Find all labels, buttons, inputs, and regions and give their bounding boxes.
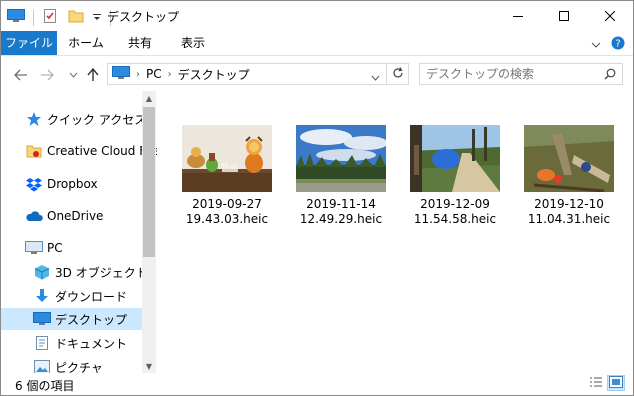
- scroll-down-arrow-icon[interactable]: ▼: [142, 359, 156, 373]
- download-icon: [33, 287, 51, 305]
- pictures-icon: [33, 358, 51, 373]
- nav-item-3d-objects[interactable]: 3D オブジェクト: [33, 261, 148, 283]
- breadcrumb-pc[interactable]: PC: [146, 67, 162, 81]
- breadcrumb-desktop[interactable]: デスクトップ: [178, 66, 250, 83]
- nav-item-downloads[interactable]: ダウンロード: [33, 285, 142, 307]
- refresh-button[interactable]: [387, 63, 409, 85]
- nav-item-dropbox[interactable]: Dropbox: [25, 173, 142, 195]
- navigation-pane: クイック アクセス Creative Cloud Files Dropbox O…: [1, 91, 157, 373]
- nav-label: PC: [47, 241, 63, 255]
- nav-item-onedrive[interactable]: OneDrive: [25, 205, 142, 227]
- file-list: 2019-09-27 19.43.03.heic 2019-11-14 12.4…: [161, 91, 633, 373]
- nav-item-documents[interactable]: ドキュメント: [33, 332, 142, 354]
- file-thumbnail: [410, 125, 500, 192]
- details-view-button[interactable]: [587, 375, 605, 391]
- star-icon: [25, 110, 43, 128]
- back-arrow-icon[interactable]: [13, 67, 29, 83]
- customize-toolbar-icon[interactable]: [92, 11, 102, 25]
- nav-item-quick-access[interactable]: クイック アクセス: [25, 108, 146, 130]
- onedrive-cloud-icon: [25, 207, 43, 225]
- title-bar: デスクトップ: [1, 1, 633, 31]
- nav-label: Dropbox: [47, 177, 98, 191]
- nav-label: ダウンロード: [55, 289, 128, 304]
- nav-label: クイック アクセス: [47, 112, 147, 127]
- file-name: 2019-12-10 11.04.31.heic: [527, 197, 611, 226]
- nav-label: Creative Cloud Files: [47, 144, 157, 158]
- search-icon[interactable]: [604, 68, 616, 83]
- item-count: 6 個の項目: [15, 379, 75, 393]
- file-item[interactable]: 2019-12-09 11.54.58.heic: [400, 121, 510, 231]
- nav-label: OneDrive: [47, 209, 104, 223]
- file-item[interactable]: 2019-09-27 19.43.03.heic: [172, 121, 282, 231]
- address-bar[interactable]: › PC › デスクトップ: [107, 63, 387, 85]
- desktop-icon: [33, 310, 51, 328]
- forward-arrow-icon[interactable]: [39, 67, 55, 83]
- file-thumbnail: [296, 125, 386, 192]
- file-item[interactable]: 2019-11-14 12.49.29.heic: [286, 121, 396, 231]
- dropbox-icon: [25, 175, 43, 193]
- expand-ribbon-chevron-icon[interactable]: [591, 38, 601, 52]
- 3d-objects-icon: [33, 263, 51, 281]
- ribbon-tabs: ファイル ホーム 共有 表示 ?: [1, 31, 633, 56]
- breadcrumb-separator-icon[interactable]: ›: [168, 69, 172, 80]
- file-thumbnail: [524, 125, 614, 192]
- recent-locations-chevron-icon[interactable]: [65, 67, 81, 83]
- nav-label: ドキュメント: [55, 336, 128, 351]
- address-history-chevron-icon[interactable]: [371, 70, 380, 84]
- nav-label: ピクチャ: [55, 360, 103, 374]
- file-name: 2019-09-27 19.43.03.heic: [185, 197, 269, 226]
- nav-label: デスクトップ: [55, 312, 128, 327]
- tab-view[interactable]: 表示: [165, 31, 221, 55]
- nav-item-creative-cloud-files[interactable]: Creative Cloud Files: [25, 140, 157, 162]
- scroll-up-arrow-icon[interactable]: ▲: [142, 91, 156, 105]
- nav-item-pictures[interactable]: ピクチャ: [33, 356, 142, 373]
- maximize-button[interactable]: [541, 1, 587, 31]
- nav-label: 3D オブジェクト: [55, 265, 148, 280]
- file-thumbnail: [182, 125, 272, 192]
- svg-text:?: ?: [615, 39, 620, 50]
- scrollbar-thumb[interactable]: [143, 107, 155, 257]
- nav-item-desktop[interactable]: デスクトップ: [1, 308, 142, 330]
- nav-item-pc[interactable]: PC: [25, 237, 142, 259]
- status-bar: 6 個の項目: [1, 373, 633, 395]
- minimize-button[interactable]: [495, 1, 541, 31]
- tab-file[interactable]: ファイル: [1, 31, 57, 55]
- file-name: 2019-12-09 11.54.58.heic: [413, 197, 497, 226]
- tab-share[interactable]: 共有: [115, 31, 165, 55]
- properties-icon[interactable]: [42, 8, 58, 27]
- file-item[interactable]: 2019-12-10 11.04.31.heic: [514, 121, 624, 231]
- quick-access-toolbar: [7, 8, 119, 27]
- navigation-scrollbar[interactable]: ▲ ▼: [142, 91, 156, 373]
- refresh-icon: [392, 66, 404, 82]
- pc-icon: [25, 239, 43, 257]
- window-title: デスクトップ: [107, 10, 180, 24]
- tab-home[interactable]: ホーム: [57, 31, 115, 55]
- up-arrow-icon[interactable]: [85, 67, 101, 83]
- file-name: 2019-11-14 12.49.29.heic: [299, 197, 383, 226]
- creative-cloud-folder-icon: [25, 142, 43, 160]
- large-icons-view-button[interactable]: [607, 375, 625, 391]
- new-folder-icon[interactable]: [68, 8, 84, 27]
- search-input[interactable]: [426, 66, 596, 82]
- details-view-icon: [589, 376, 603, 391]
- address-pc-icon: [112, 65, 130, 83]
- documents-icon: [33, 334, 51, 352]
- close-button[interactable]: [587, 1, 633, 31]
- breadcrumb-separator-icon[interactable]: ›: [136, 69, 140, 80]
- search-box[interactable]: [419, 63, 623, 85]
- window-desktop-icon[interactable]: [7, 9, 25, 26]
- large-icons-view-icon: [609, 375, 623, 391]
- explorer-window: デスクトップ ファイル ホーム 共有 表示 ? › PC › デスクトップ デス…: [0, 0, 634, 396]
- help-icon[interactable]: ?: [611, 36, 625, 53]
